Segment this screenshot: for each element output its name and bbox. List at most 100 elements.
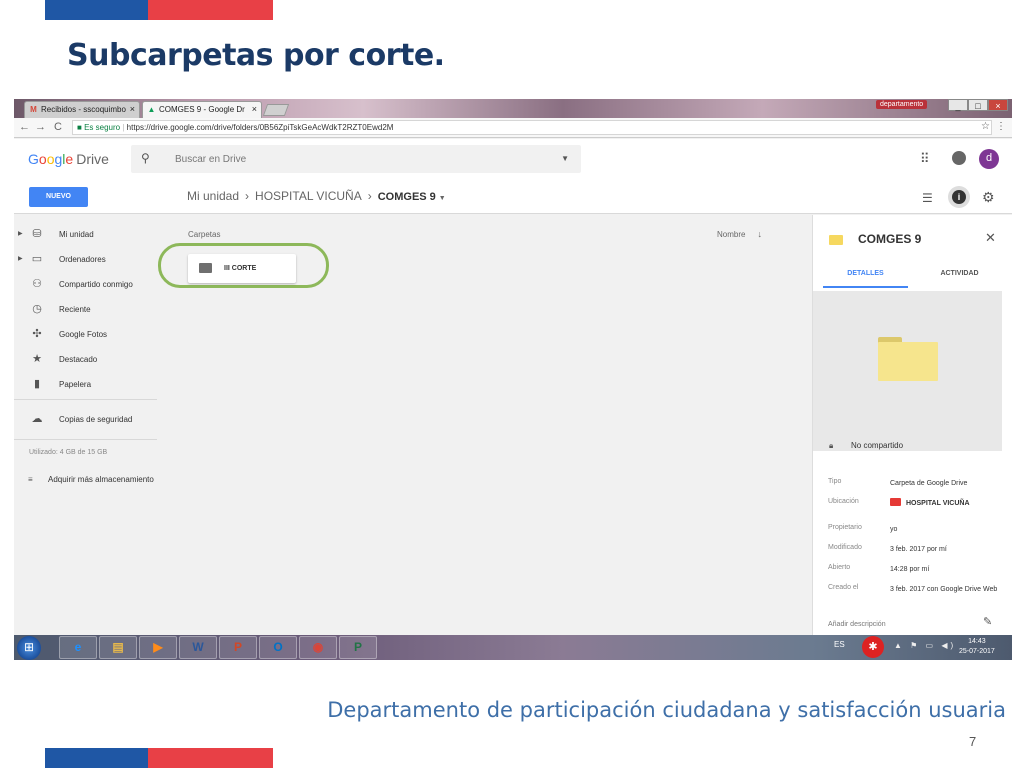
sidebar-item-trash[interactable]: ▮ Papelera bbox=[14, 375, 160, 395]
avatar[interactable]: d bbox=[979, 149, 999, 169]
windows-start-icon[interactable]: ⊞ bbox=[17, 636, 41, 660]
language-indicator[interactable]: ES bbox=[834, 640, 845, 649]
powerpoint-icon[interactable]: P bbox=[219, 636, 257, 659]
buy-storage-link[interactable]: ≡ Adquirir más almacenamiento bbox=[28, 475, 154, 484]
sidebar: ▶ ⛁ Mi unidad ▶ ▭ Ordenadores ⚇ Comparti… bbox=[14, 215, 160, 635]
chrome-icon[interactable]: ◉ bbox=[299, 636, 337, 659]
bottom-blue-bar bbox=[45, 748, 148, 768]
list-view-icon[interactable]: ☰ bbox=[922, 191, 933, 205]
tab-activity[interactable]: ACTIVIDAD bbox=[917, 270, 1002, 277]
tab-drive[interactable]: ▲ COMGES 9 - Google Dr × bbox=[142, 101, 262, 118]
lock-icon: ■ bbox=[77, 123, 82, 132]
apps-grid-icon[interactable]: ⠿ bbox=[920, 151, 930, 167]
people-icon: ⚇ bbox=[32, 278, 42, 290]
folders-section-label: Carpetas bbox=[188, 230, 221, 239]
outlook-icon[interactable]: O bbox=[259, 636, 297, 659]
secure-label: Es seguro bbox=[84, 123, 121, 132]
close-tab-icon[interactable]: × bbox=[252, 104, 257, 114]
tab-label: COMGES 9 - Google Dr bbox=[159, 105, 245, 114]
new-tab-button[interactable] bbox=[262, 104, 290, 116]
top-red-bar bbox=[148, 0, 273, 20]
sort-by-name[interactable]: Nombre ↓ bbox=[717, 229, 762, 239]
system-tray-icons[interactable]: ▲ ⚑ ▭ ◀) bbox=[894, 641, 956, 650]
expand-arrow-icon[interactable]: ▶ bbox=[18, 230, 23, 237]
details-panel: COMGES 9 ✕ DETALLES ACTIVIDAD 🔒︎ No compa… bbox=[812, 215, 1012, 635]
clock-date: 25-07-2017 bbox=[959, 648, 995, 655]
word-icon[interactable]: W bbox=[179, 636, 217, 659]
close-icon[interactable]: ✕ bbox=[985, 230, 996, 246]
breadcrumb-current[interactable]: COMGES 9 bbox=[378, 191, 436, 203]
bottom-red-bar bbox=[148, 748, 273, 768]
sidebar-item-photos[interactable]: ✣ Google Fotos bbox=[14, 325, 160, 345]
search-options-icon[interactable]: ▼ bbox=[561, 154, 569, 163]
folder-item[interactable]: III CORTE bbox=[188, 254, 296, 283]
gear-icon[interactable]: ⚙ bbox=[982, 189, 995, 206]
lock-icon: 🔒︎ bbox=[829, 441, 834, 450]
add-description-input[interactable]: Añadir descripción bbox=[828, 621, 886, 628]
sidebar-item-computers[interactable]: ▶ ▭ Ordenadores bbox=[14, 250, 160, 270]
address-bar: ← → C ■ Es seguro | https://drive.google… bbox=[14, 118, 1012, 138]
url-input[interactable]: ■ Es seguro | https://drive.google.com/d… bbox=[72, 120, 992, 135]
info-button[interactable]: i bbox=[948, 186, 970, 208]
folder-icon bbox=[829, 235, 843, 245]
sidebar-divider bbox=[14, 439, 157, 440]
publisher-icon[interactable]: P bbox=[339, 636, 377, 659]
browser-screenshot: M Recibidos - sscoquimbo × ▲ COMGES 9 - … bbox=[14, 99, 1012, 660]
tab-details[interactable]: DETALLES bbox=[823, 270, 908, 288]
folder-preview bbox=[813, 291, 1002, 451]
file-explorer-icon[interactable]: ▤ bbox=[99, 636, 137, 659]
media-player-icon[interactable]: ▶ bbox=[139, 636, 177, 659]
drive-header: Google Drive ⚲ Buscar en Drive ▼ ⠿ d NUEV… bbox=[14, 139, 1012, 214]
sidebar-item-my-drive[interactable]: ▶ ⛁ Mi unidad bbox=[14, 225, 160, 245]
tab-label: Recibidos - sscoquimbo bbox=[41, 105, 126, 114]
maximize-button[interactable]: □ bbox=[968, 99, 988, 111]
browser-tab-strip: M Recibidos - sscoquimbo × ▲ COMGES 9 - … bbox=[14, 99, 1012, 118]
pencil-icon[interactable]: ✎ bbox=[983, 615, 992, 628]
search-icon: ⚲ bbox=[141, 151, 150, 165]
storage-quota: Utilizado: 4 GB de 15 GB bbox=[29, 449, 108, 456]
info-icon: i bbox=[952, 190, 966, 204]
url-text: https://drive.google.com/drive/folders/0… bbox=[126, 123, 394, 132]
sidebar-item-starred[interactable]: ★ Destacado bbox=[14, 350, 160, 370]
back-icon[interactable]: ← bbox=[19, 121, 30, 133]
antivirus-tray-icon[interactable]: ✱ bbox=[862, 636, 884, 658]
sidebar-item-backups[interactable]: ☁ Copias de seguridad bbox=[14, 410, 160, 430]
computer-icon: ▭ bbox=[31, 253, 43, 265]
breadcrumb-my-drive[interactable]: Mi unidad bbox=[187, 189, 239, 203]
sidebar-item-recent[interactable]: ◷ Reciente bbox=[14, 300, 160, 320]
top-blue-bar bbox=[45, 0, 148, 20]
bookmark-star-icon[interactable]: ☆ bbox=[981, 121, 990, 132]
new-button[interactable]: NUEVO bbox=[29, 187, 88, 207]
sidebar-item-shared[interactable]: ⚇ Compartido conmigo bbox=[14, 275, 160, 295]
search-input[interactable]: ⚲ Buscar en Drive ▼ bbox=[131, 145, 581, 173]
tab-gmail[interactable]: M Recibidos - sscoquimbo × bbox=[24, 101, 140, 118]
star-icon: ★ bbox=[32, 353, 42, 365]
breadcrumb-hospital[interactable]: HOSPITAL VICUÑA bbox=[255, 189, 362, 203]
browser-menu-icon[interactable]: ⋮ bbox=[996, 121, 1006, 132]
slide-title: Subcarpetas por corte. bbox=[67, 38, 445, 73]
slide-page-number: 7 bbox=[969, 734, 977, 749]
gmail-icon: M bbox=[30, 105, 37, 114]
notifications-icon[interactable] bbox=[952, 151, 966, 165]
chevron-down-icon[interactable]: ▼ bbox=[439, 195, 446, 202]
close-window-button[interactable]: × bbox=[988, 99, 1008, 111]
file-list-area: Carpetas Nombre ↓ III CORTE bbox=[158, 215, 810, 635]
clock-time: 14:43 bbox=[968, 638, 986, 645]
windows-user-badge[interactable]: departamento bbox=[876, 100, 928, 109]
close-tab-icon[interactable]: × bbox=[130, 104, 135, 114]
internet-explorer-icon[interactable]: e bbox=[59, 636, 97, 659]
minimize-button[interactable]: _ bbox=[948, 99, 968, 111]
sort-arrow-icon[interactable]: ↓ bbox=[757, 229, 762, 239]
taskbar-clock[interactable]: 14:43 25-07-2017 bbox=[959, 637, 995, 657]
windows-taskbar: ⊞ e ▤ ▶ W P O ◉ P ES ✱ ▲ ⚑ ▭ ◀) 14:43 25… bbox=[14, 635, 1012, 660]
details-title: COMGES 9 bbox=[858, 232, 922, 246]
sidebar-divider bbox=[14, 399, 157, 400]
google-drive-logo[interactable]: Google Drive bbox=[28, 151, 109, 167]
reload-icon[interactable]: C bbox=[54, 121, 62, 133]
cloud-icon: ☁ bbox=[31, 413, 43, 425]
expand-arrow-icon[interactable]: ▶ bbox=[18, 255, 23, 262]
location-link[interactable]: HOSPITAL VICUÑA bbox=[890, 498, 1005, 509]
drive-icon: ⛁ bbox=[32, 228, 42, 240]
forward-icon[interactable]: → bbox=[35, 121, 46, 133]
large-folder-icon bbox=[878, 337, 938, 381]
